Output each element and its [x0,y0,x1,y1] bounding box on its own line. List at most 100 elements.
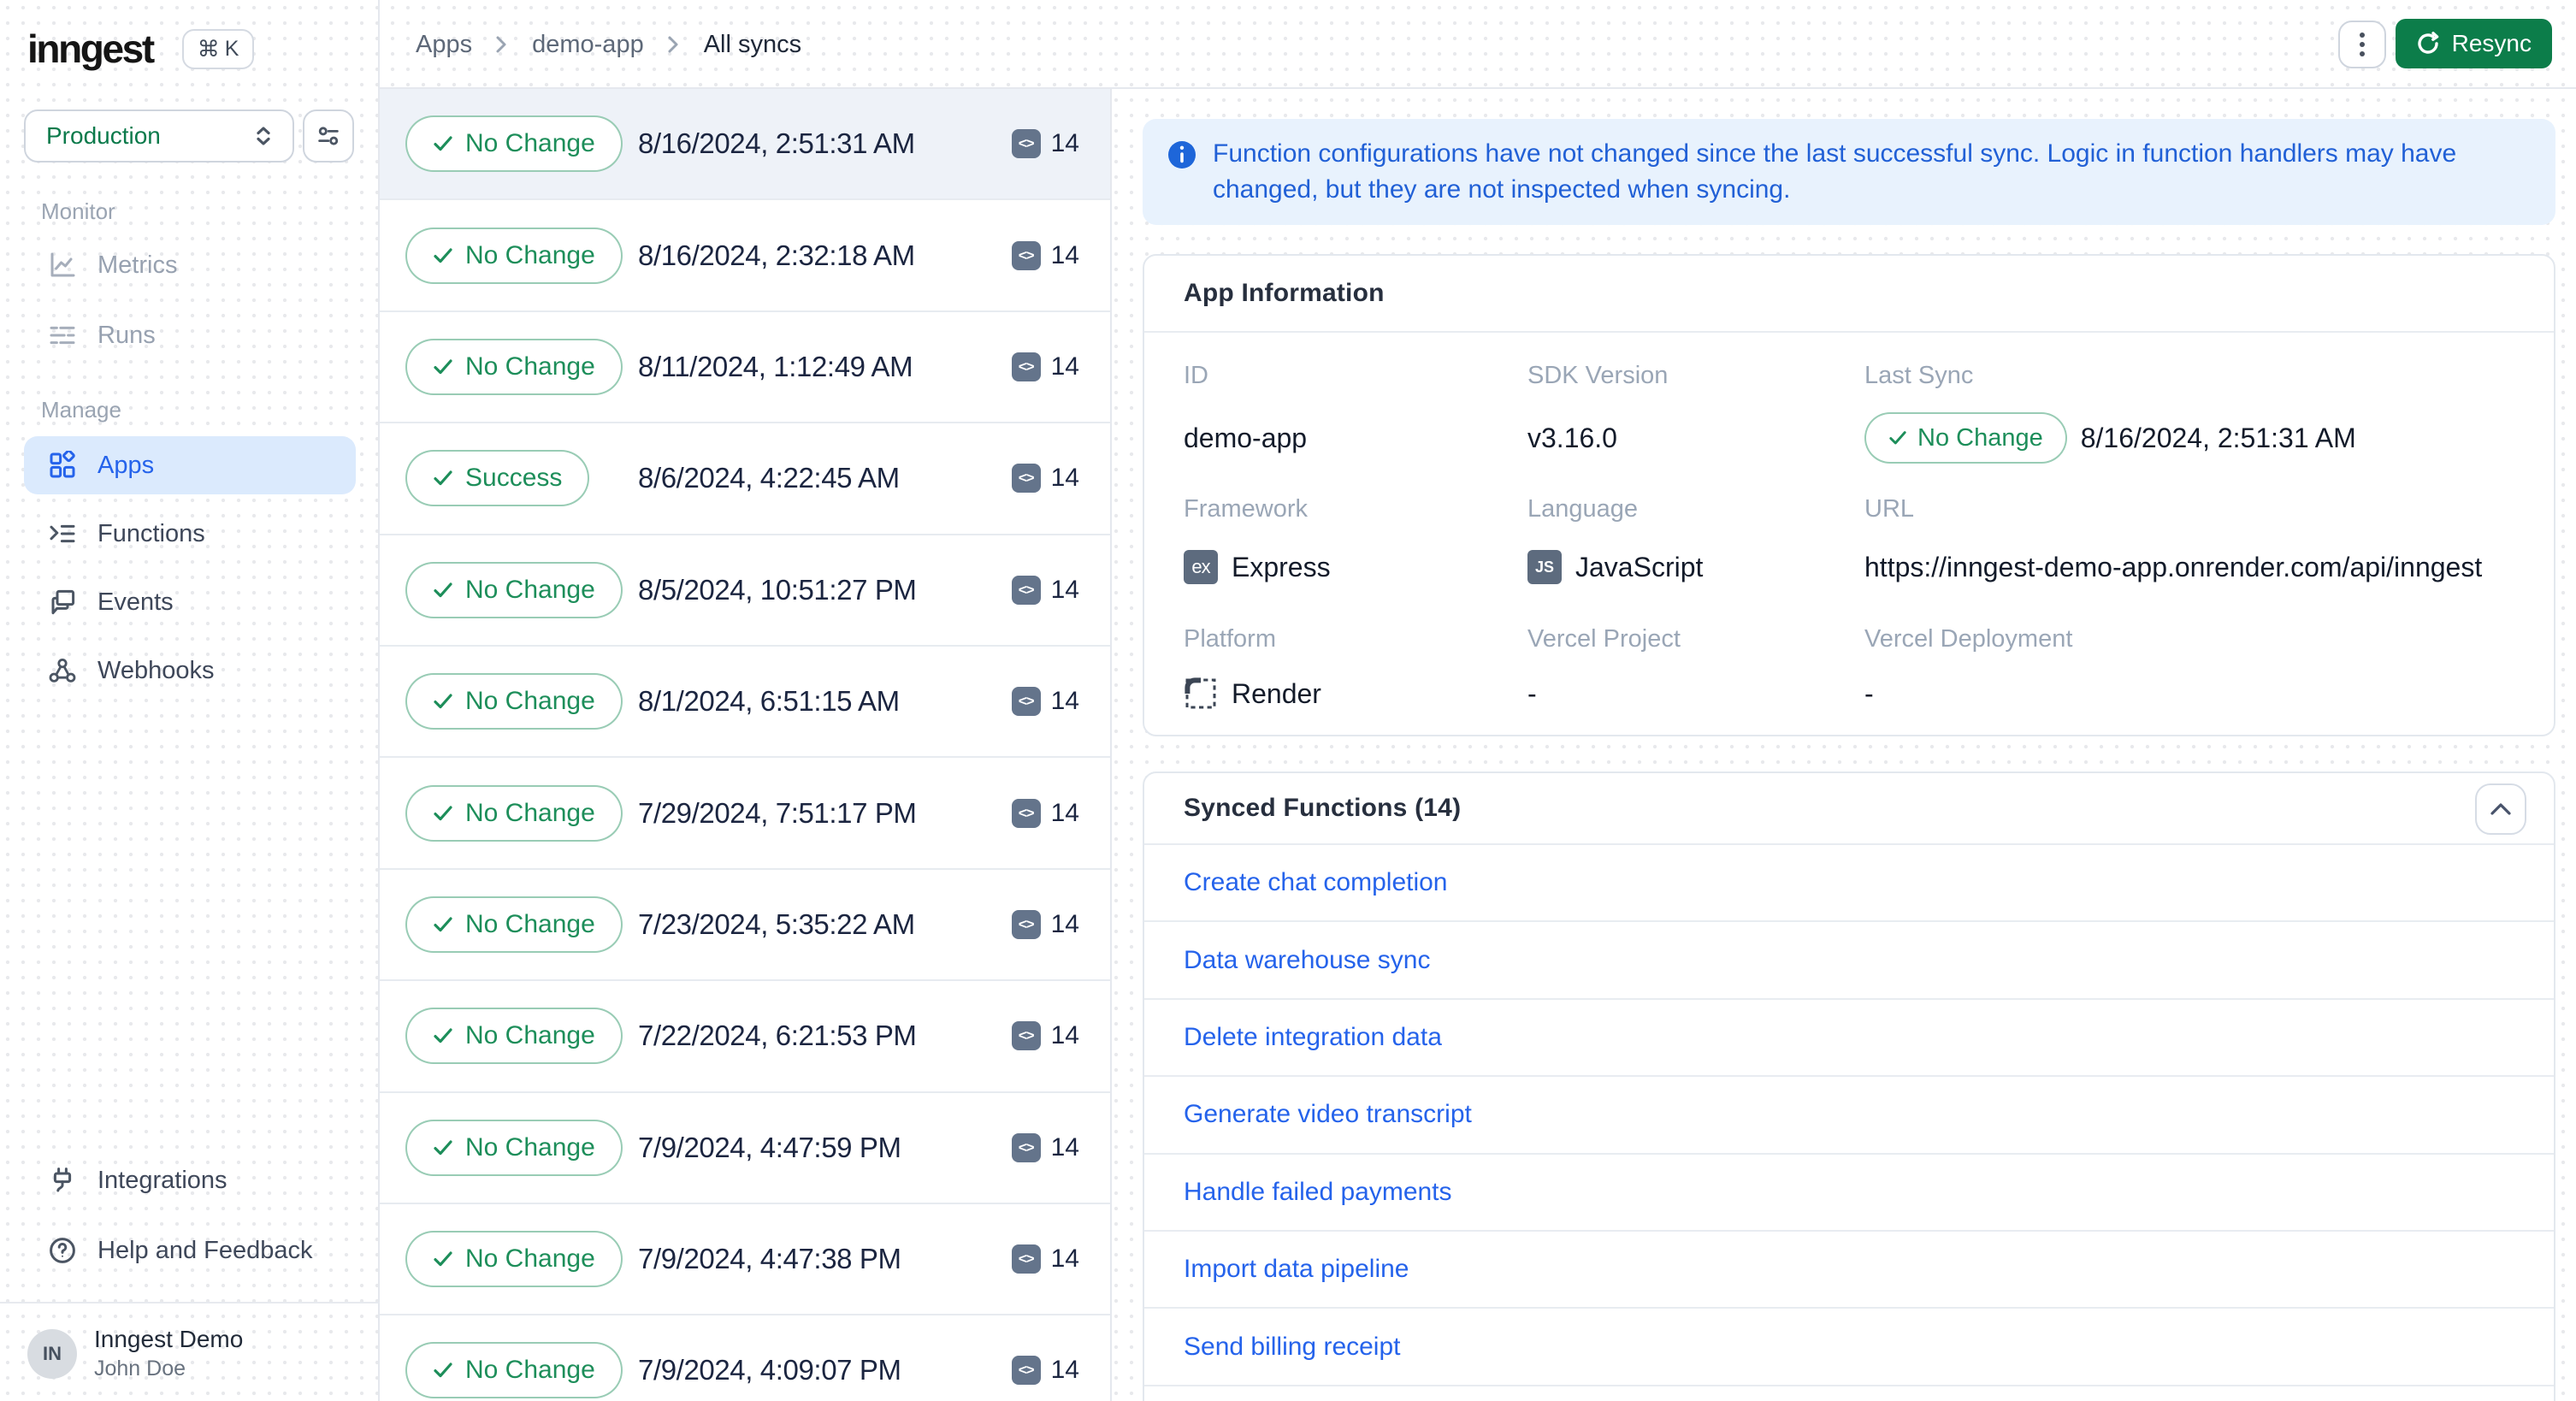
sync-status-label: No Change [465,1244,595,1274]
sync-status-label: No Change [465,129,595,158]
function-link[interactable]: Generate video transcript [1184,1100,1472,1129]
breadcrumb-all-syncs: All syncs [703,30,802,58]
code-icon: <> [1011,1244,1041,1274]
sync-status-cell: Success [405,450,638,507]
function-link[interactable]: Create chat completion [1184,868,1448,897]
function-link[interactable]: Data warehouse sync [1184,946,1431,975]
sync-status-cell: No Change [405,338,638,395]
express-icon: ex [1184,550,1218,584]
platform-label: Platform [1184,625,1276,653]
function-link[interactable]: Import data pipeline [1184,1255,1409,1284]
sync-list-item[interactable]: No Change 7/9/2024, 4:47:59 PM <> 14 [380,1092,1110,1204]
sync-status-cell: No Change [405,896,638,953]
check-icon [433,1250,453,1268]
section-label-monitor: Monitor [41,198,115,224]
environment-settings-button[interactable] [303,109,354,163]
sync-list-item[interactable]: Success 8/6/2024, 4:22:45 AM <> 14 [380,423,1110,535]
function-count-value: 14 [1050,909,1079,938]
url-label: URL [1864,495,1915,523]
sync-list-item[interactable]: No Change 8/1/2024, 6:51:15 AM <> 14 [380,646,1110,759]
sidebar-item-webhooks[interactable]: Webhooks [24,641,356,700]
function-count: <> 14 [1011,1021,1079,1051]
synced-function-row: Handle failed payments [1144,1155,2554,1232]
sdk-version-label: SDK Version [1527,362,1669,389]
sync-status-badge: No Change [405,1119,623,1176]
function-count-value: 14 [1050,1021,1079,1050]
sync-timestamp: 7/9/2024, 4:47:59 PM [638,1131,901,1163]
sidebar-item-help[interactable]: Help and Feedback [24,1221,356,1280]
function-link[interactable]: Send billing receipt [1184,1333,1401,1362]
vercel-deployment-value: - [1864,677,1874,709]
command-k-shortcut[interactable]: ⌘ K [181,28,255,69]
inngest-logo: inngest [27,27,155,71]
sidebar-item-label: Runs [97,321,156,349]
sidebar-item-apps[interactable]: Apps [24,436,356,494]
sync-list-item[interactable]: No Change 7/9/2024, 4:47:38 PM <> 14 [380,1203,1110,1316]
sync-list-item[interactable]: No Change 8/16/2024, 2:51:31 AM <> 14 [380,89,1110,201]
top-bar: Apps demo-app All syncs Resync [380,0,2576,89]
sidebar-item-integrations[interactable]: Integrations [24,1151,356,1209]
language-name: JavaScript [1575,551,1704,582]
sync-list-item[interactable]: No Change 7/23/2024, 5:35:22 AM <> 14 [380,869,1110,982]
sync-status-badge: No Change [405,227,623,284]
sidebar-item-events[interactable]: Events [24,573,356,631]
vercel-project-label: Vercel Project [1527,625,1681,653]
sidebar-divider [0,1302,380,1303]
sync-list-item[interactable]: No Change 7/22/2024, 6:21:53 PM <> 14 [380,981,1110,1093]
code-icon: <> [1011,1132,1041,1162]
events-icon [48,588,77,617]
sync-list-item[interactable]: No Change 7/9/2024, 4:09:07 PM <> 14 [380,1315,1110,1401]
collapse-button[interactable] [2475,783,2526,835]
language-value: JS JavaScript [1527,550,1864,584]
app-info-values-row-2: ex Express JS JavaScript https://inngest… [1184,547,2514,588]
function-link[interactable]: Handle failed payments [1184,1178,1452,1207]
user-menu[interactable]: IN Inngest Demo John Doe [27,1326,243,1381]
section-label-manage: Manage [41,397,121,423]
synced-function-row: Send billing receipt [1144,1309,2554,1386]
last-sync-status-label: No Change [1917,423,2043,452]
sync-list-item[interactable]: No Change 8/16/2024, 2:32:18 AM <> 14 [380,200,1110,312]
sync-status-cell: No Change [405,1342,638,1399]
sync-list-item[interactable]: No Change 8/11/2024, 1:12:49 AM <> 14 [380,311,1110,424]
check-icon [433,581,453,600]
vercel-project-value: - [1527,677,1537,709]
app-info-labels-row-1: ID SDK Version Last Sync [1184,362,2514,390]
function-count: <> 14 [1011,240,1079,270]
function-link[interactable]: Delete integration data [1184,1023,1442,1052]
sidebar-item-metrics[interactable]: Metrics [24,236,356,294]
command-icon: ⌘ [197,35,220,62]
check-icon [433,134,453,153]
function-count-value: 14 [1050,464,1079,493]
sidebar-item-label: Apps [97,451,155,479]
sidebar-item-functions[interactable]: Functions [24,505,356,563]
code-icon: <> [1011,798,1041,828]
breadcrumb-apps[interactable]: Apps [416,31,472,59]
check-icon [433,1026,453,1045]
resync-button[interactable]: Resync [2395,19,2552,68]
synced-function-row: Generate video transcript [1144,1077,2554,1155]
resync-label: Resync [2451,30,2532,56]
sync-status-cell: No Change [405,1119,638,1176]
code-icon: <> [1011,129,1041,159]
function-count-value: 14 [1050,575,1079,604]
framework-label: Framework [1184,495,1309,523]
check-icon [433,469,453,488]
sync-list-item[interactable]: No Change 7/29/2024, 7:51:17 PM <> 14 [380,758,1110,870]
sync-timestamp: 8/1/2024, 6:51:15 AM [638,685,900,718]
sync-status-cell: No Change [405,561,638,618]
sidebar-item-runs[interactable]: Runs [24,306,356,364]
chevron-up-icon [2490,801,2512,817]
environment-selector[interactable]: Production [24,109,294,163]
app-info-labels-row-2: Framework Language URL [1184,495,2514,523]
synced-function-row: Data warehouse sync [1144,922,2554,1000]
runs-icon [48,321,77,350]
check-icon [433,1361,453,1380]
avatar: IN [27,1328,77,1379]
webhooks-icon [48,656,77,685]
sync-status-label: No Change [465,575,595,604]
more-options-button[interactable] [2338,21,2386,68]
breadcrumb-demo-app[interactable]: demo-app [532,31,644,59]
user-name: John Doe [94,1357,186,1380]
function-count-value: 14 [1050,129,1079,158]
sync-list-item[interactable]: No Change 8/5/2024, 10:51:27 PM <> 14 [380,535,1110,647]
